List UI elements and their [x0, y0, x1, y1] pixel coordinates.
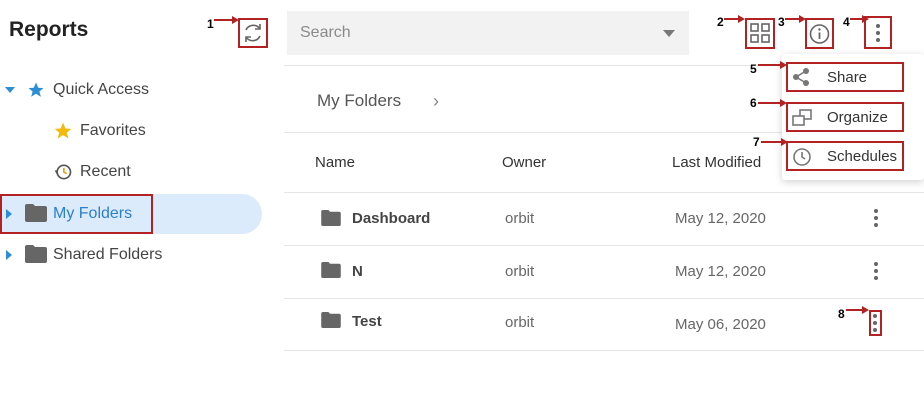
organize-icon — [792, 109, 812, 126]
callout-arrow-7 — [761, 138, 788, 146]
sidebar-item-shared-folders[interactable]: Shared Folders — [0, 235, 262, 275]
callout-arrow-4 — [850, 15, 869, 23]
info-icon — [809, 24, 830, 44]
sidebar-item-label: Recent — [80, 163, 131, 180]
row-menu-icon[interactable] — [874, 209, 878, 230]
expand-caret-icon[interactable] — [5, 87, 15, 93]
column-header-modified[interactable]: Last Modified — [672, 154, 761, 171]
callout-arrow-2 — [724, 15, 745, 23]
row-divider — [284, 298, 924, 299]
grid-view-icon — [750, 23, 770, 43]
header-divider — [284, 65, 784, 66]
share-icon — [793, 68, 809, 86]
menu-item-label: Share — [827, 68, 868, 86]
row-name[interactable]: Dashboard — [352, 210, 430, 227]
row-menu-icon — [873, 314, 877, 335]
callout-7: 7 — [753, 135, 760, 149]
callout-2: 2 — [717, 15, 724, 29]
callout-arrow-5 — [758, 61, 787, 69]
row-divider — [284, 350, 924, 351]
callout-arrow-6 — [758, 99, 787, 107]
row-modified: May 12, 2020 — [675, 263, 766, 280]
menu-item-organize[interactable]: Organize — [786, 102, 904, 132]
row-menu-icon[interactable] — [874, 262, 878, 283]
search-input[interactable] — [287, 11, 657, 55]
row-menu-button[interactable] — [869, 310, 882, 336]
callout-3: 3 — [778, 15, 785, 29]
menu-item-label: Organize — [827, 108, 888, 126]
row-modified: May 12, 2020 — [675, 210, 766, 227]
clock-icon — [793, 148, 811, 166]
sidebar-item-label: Shared Folders — [53, 246, 163, 263]
my-folders-highlight — [0, 194, 153, 234]
sidebar-item-label: Quick Access — [53, 81, 150, 98]
app-title: Reports — [9, 18, 89, 41]
menu-item-schedules[interactable]: Schedules — [786, 141, 904, 171]
sidebar-item-favorites[interactable]: Favorites — [0, 111, 262, 151]
menu-item-share[interactable]: Share — [786, 62, 904, 92]
view-toggle-button[interactable] — [745, 18, 775, 49]
callout-6: 6 — [750, 96, 757, 110]
menu-item-label: Schedules — [827, 147, 898, 165]
favorites-star-icon — [54, 122, 72, 139]
folder-icon — [321, 262, 341, 278]
column-header-owner[interactable]: Owner — [502, 154, 546, 171]
row-name[interactable]: Test — [352, 313, 382, 330]
row-modified: May 06, 2020 — [675, 316, 766, 333]
search-box[interactable] — [287, 11, 689, 55]
refresh-icon — [245, 24, 261, 42]
folder-icon — [25, 245, 47, 263]
info-button[interactable] — [805, 18, 834, 49]
star-icon — [28, 82, 44, 97]
folder-icon — [321, 312, 341, 328]
sidebar-item-quick-access[interactable]: Quick Access — [0, 70, 262, 110]
sidebar-item-label: Favorites — [80, 122, 146, 139]
refresh-button[interactable] — [238, 18, 268, 48]
column-header-name[interactable]: Name — [315, 154, 355, 171]
callout-8: 8 — [838, 307, 845, 321]
callout-arrow-8 — [846, 306, 869, 314]
row-name[interactable]: N — [352, 263, 363, 280]
expand-caret-icon[interactable] — [6, 250, 12, 260]
row-owner: orbit — [505, 314, 535, 331]
breadcrumb-chevron-icon: › — [433, 91, 439, 111]
breadcrumb[interactable]: My Folders — [317, 91, 401, 111]
history-icon — [54, 164, 72, 180]
callout-arrow-1 — [214, 16, 239, 24]
search-dropdown-icon[interactable] — [663, 30, 675, 37]
row-owner: orbit — [505, 210, 535, 227]
row-owner: orbit — [505, 263, 535, 280]
callout-1: 1 — [207, 17, 214, 31]
sidebar-item-recent[interactable]: Recent — [0, 152, 262, 192]
table-header-divider — [284, 192, 924, 193]
callout-arrow-3 — [785, 15, 806, 23]
callout-5: 5 — [750, 62, 757, 76]
folder-icon — [321, 210, 341, 226]
callout-4: 4 — [843, 15, 850, 29]
kebab-icon — [876, 24, 880, 45]
row-divider — [284, 245, 924, 246]
